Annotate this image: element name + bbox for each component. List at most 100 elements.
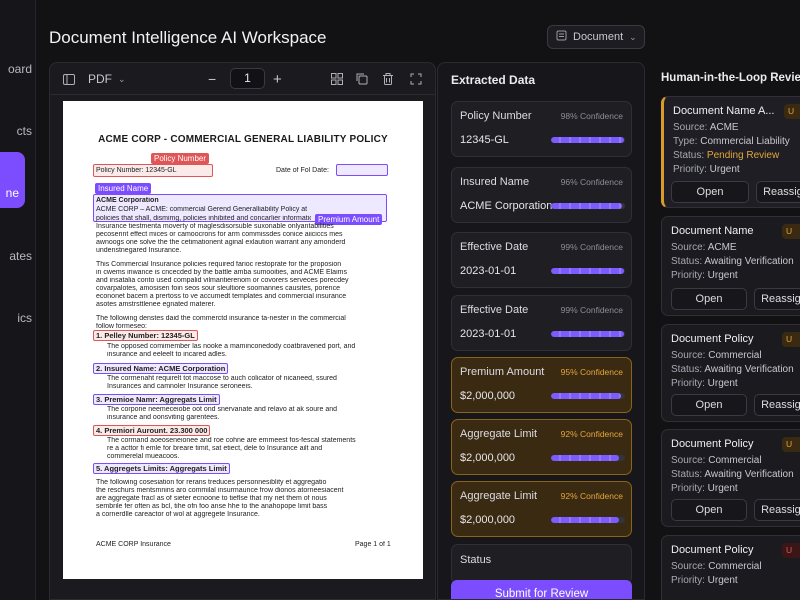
sidebar-item-documents[interactable]: cts xyxy=(0,124,32,138)
field-card-effective-date-2[interactable]: Effective Date 99% Confidence 2023-01-01 xyxy=(451,295,632,351)
reassign-button[interactable]: Reassign xyxy=(754,288,800,310)
type-value: Commercial Liability xyxy=(700,136,790,147)
review-source: Source: Commercial xyxy=(671,561,762,572)
confidence-label: 99% Confidence xyxy=(560,305,623,315)
reassign-button[interactable]: Reassign xyxy=(754,499,800,521)
review-card[interactable]: Document Name U Source: ACME Status: Awa… xyxy=(661,216,800,316)
open-button[interactable]: Open xyxy=(671,288,747,310)
doc-paragraph: commerelal mueacoos. xyxy=(107,453,180,460)
status-value: Pending Review xyxy=(706,150,780,161)
grid-view-icon[interactable] xyxy=(331,63,343,95)
review-status: Status: Awaiting Verification xyxy=(671,364,794,375)
review-card-name: Document Policy xyxy=(671,544,754,556)
field-card-status[interactable]: Status xyxy=(451,544,632,584)
reassign-button[interactable]: Reassign xyxy=(756,181,800,203)
list-item-insured-name[interactable]: 2. Insured Name: ACME Corporation xyxy=(93,363,229,374)
confidence-bar xyxy=(551,268,625,274)
confidence-bar xyxy=(551,203,625,209)
date-field-highlight[interactable] xyxy=(336,164,388,176)
urgency-badge: U xyxy=(782,332,800,347)
sidebar-item-dashboard[interactable]: oard xyxy=(0,62,32,76)
field-label: Aggregate Limit xyxy=(460,490,538,502)
field-card-aggregate-limit-2[interactable]: Aggregate Limit 92% Confidence $2,000,00… xyxy=(451,481,632,537)
source-label: Source: xyxy=(671,350,709,361)
doc-paragraph: re a acttor fi emle for breare timit, sa… xyxy=(107,445,323,452)
field-card-aggregate-limit[interactable]: Aggregate Limit 92% Confidence $2,000,00… xyxy=(451,419,632,475)
trash-icon[interactable] xyxy=(382,63,394,95)
view-mode-dropdown[interactable]: PDF ⌄ xyxy=(88,63,126,95)
priority-value: Urgent xyxy=(707,270,738,281)
doc-paragraph: The opposed comimember las nooke a mamin… xyxy=(107,343,356,350)
doc-paragraph: in cwems inwance is cncecded by the batt… xyxy=(96,269,347,276)
review-card[interactable]: Document Policy U Source: Commercial Pri… xyxy=(661,535,800,600)
field-value: $2,000,000 xyxy=(460,390,516,402)
field-label: Insured Name xyxy=(460,176,530,188)
submit-for-review-button[interactable]: Submit for Review xyxy=(451,580,632,599)
source-value: Commercial xyxy=(708,350,762,361)
document-type-dropdown[interactable]: Document ⌄ xyxy=(547,25,645,49)
open-button[interactable]: Open xyxy=(671,181,749,203)
confidence-label: 95% Confidence xyxy=(560,367,623,377)
doc-paragraph: The following cosesiation for rerans tre… xyxy=(96,479,327,486)
status-label: Status: xyxy=(671,256,705,267)
review-card[interactable]: Document Policy U Source: Commercial Sta… xyxy=(661,429,800,527)
open-button[interactable]: Open xyxy=(671,394,747,416)
review-priority: Priority: Urgent xyxy=(673,164,740,175)
type-label: Type: xyxy=(673,136,701,147)
field-card-premium-amount[interactable]: Premium Amount 95% Confidence $2,000,000 xyxy=(451,357,632,413)
sidebar-item-active[interactable]: ne xyxy=(0,152,25,208)
header: Document Intelligence AI Workspace Docum… xyxy=(37,0,800,60)
page-number-input[interactable]: 1 xyxy=(230,68,265,89)
review-priority: Priority: Urgent xyxy=(671,483,738,494)
zoom-in-icon[interactable]: + xyxy=(273,63,282,95)
extracted-data-panel: Extracted Data Policy Number 98% Confide… xyxy=(437,62,645,600)
doc-paragraph: policies that shall, dismimg, policies i… xyxy=(96,215,311,222)
review-card-name: Document Policy xyxy=(671,438,754,450)
open-button[interactable]: Open xyxy=(671,499,747,521)
priority-value: Urgent xyxy=(707,378,738,389)
doc-paragraph: This Commercial Insurance policies requi… xyxy=(96,261,342,268)
source-label: Source: xyxy=(671,455,709,466)
field-value: $2,000,000 xyxy=(460,514,516,526)
review-card-name: Document Name xyxy=(671,225,754,237)
field-card-effective-date[interactable]: Effective Date 99% Confidence 2023-01-01 xyxy=(451,232,632,288)
status-label: Status: xyxy=(671,364,705,375)
doc-paragraph: pecoserint effect mices or camoocrons fo… xyxy=(96,231,343,238)
source-value: ACME xyxy=(709,122,739,133)
document-icon xyxy=(556,30,567,44)
review-card-name: Document Policy xyxy=(671,333,754,345)
field-card-policy-number[interactable]: Policy Number 98% Confidence 12345-GL xyxy=(451,101,632,157)
urgency-badge: U xyxy=(782,543,800,558)
field-value: 2023-01-01 xyxy=(460,265,517,277)
insured-name-tag[interactable]: Insured Name xyxy=(95,183,152,194)
review-source: Source: ACME xyxy=(673,122,739,133)
field-value: 2023-01-01 xyxy=(460,328,517,340)
field-label: Status xyxy=(460,554,492,566)
policy-number-tag[interactable]: Policy Number xyxy=(151,153,210,164)
reassign-button[interactable]: Reassign xyxy=(754,394,800,416)
sidebar-item-templates[interactable]: ates xyxy=(0,249,32,263)
sidebar-item-analytics[interactable]: ics xyxy=(0,311,32,325)
status-value: Awaiting Verification xyxy=(704,469,794,480)
confidence-label: 96% Confidence xyxy=(560,177,623,187)
review-card[interactable]: Document Policy U Source: Commercial Sta… xyxy=(661,324,800,422)
list-item-aggregate-limit[interactable]: 3. Premioe Namr: Aggregats Limit xyxy=(93,394,220,405)
zoom-out-icon[interactable]: − xyxy=(208,63,216,95)
doc-paragraph: The cormand aoeoseneionee and roe cohne … xyxy=(107,437,356,444)
priority-label: Priority: xyxy=(673,164,710,175)
status-label: Status: xyxy=(671,469,705,480)
field-label: Premium Amount xyxy=(460,366,545,378)
review-card[interactable]: Document Name A... U Source: ACME Type: … xyxy=(661,96,800,208)
list-item-aggregate-limits[interactable]: 5. Aggregets Limits: Aggregats Limit xyxy=(93,463,230,474)
doc-paragraph: The corpone neemeceiobe oot ond snervana… xyxy=(107,406,337,413)
priority-value: Urgent xyxy=(707,575,738,586)
review-status: Status: Awaiting Verification xyxy=(671,469,794,480)
field-card-insured-name[interactable]: Insured Name 96% Confidence ACME Corpora… xyxy=(451,167,632,223)
sidebar-toggle-icon[interactable] xyxy=(63,63,75,95)
fullscreen-icon[interactable] xyxy=(410,63,422,95)
field-value: 12345-GL xyxy=(460,134,509,146)
list-item-premium-amount[interactable]: 4. Premiori Aurount. 23.300 000 xyxy=(93,425,211,436)
copy-icon[interactable] xyxy=(356,63,368,95)
confidence-bar-fill xyxy=(551,517,620,523)
list-item-policy-number[interactable]: 1. Pelley Number: 12345-GL xyxy=(93,330,198,341)
